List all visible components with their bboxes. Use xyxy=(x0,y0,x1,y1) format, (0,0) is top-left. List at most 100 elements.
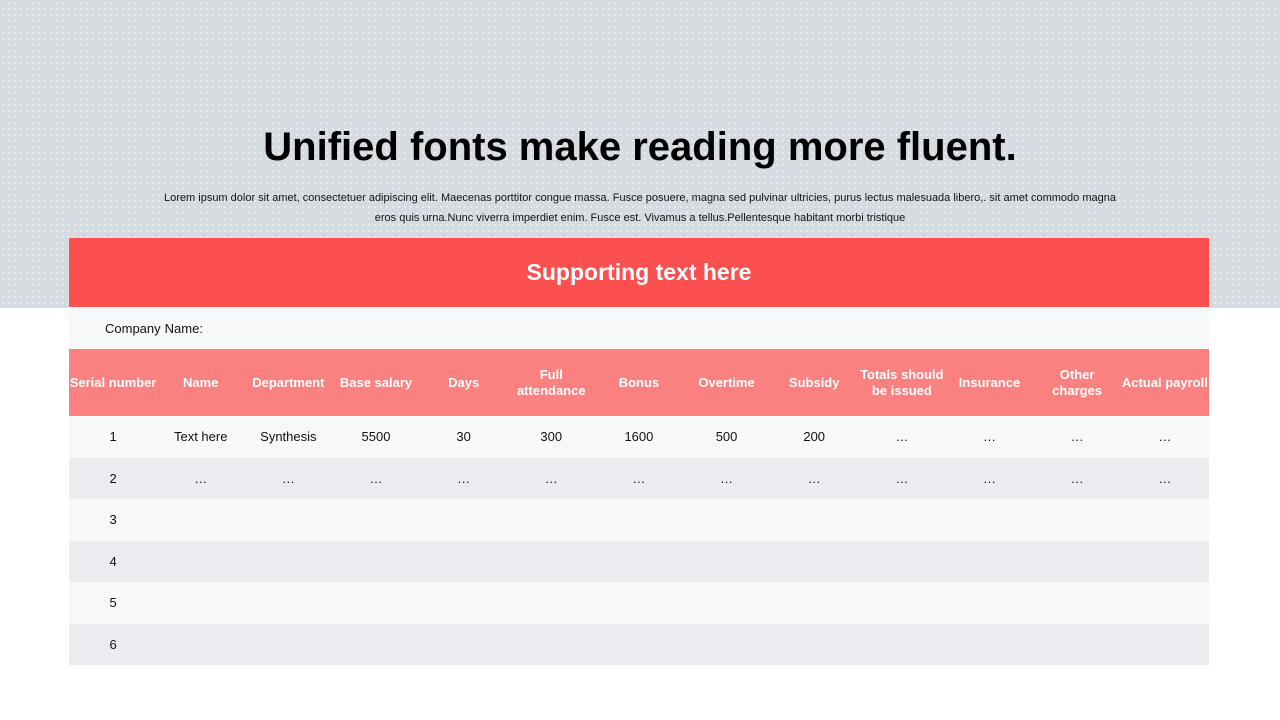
table-cell: … xyxy=(194,470,208,486)
table-cell: … xyxy=(982,429,996,445)
header-serial-number: Serial number xyxy=(69,374,157,390)
table-cell xyxy=(770,499,858,541)
table-cell xyxy=(420,541,508,583)
slide: Unified fonts make reading more fluent. … xyxy=(0,0,1280,720)
header-full-attendance: Full attendance xyxy=(516,366,586,398)
table-cell xyxy=(157,541,244,583)
header-subsidy: Subsidy xyxy=(788,374,840,390)
header-overtime: Overtime xyxy=(698,374,755,390)
header-name: Name xyxy=(183,374,219,390)
table-cell: 500 xyxy=(715,429,738,445)
table-cell xyxy=(683,624,770,666)
payroll-table-container: Supporting text here Company Name: Seria… xyxy=(69,238,1209,665)
table-cell xyxy=(1121,499,1209,541)
table-cell xyxy=(1034,499,1121,541)
table-cell xyxy=(683,582,770,624)
page-subtitle: Lorem ipsum dolor sit amet, consectetuer… xyxy=(164,192,1116,224)
table-cell xyxy=(244,624,332,666)
table-row: 6 xyxy=(69,623,1209,666)
company-label: Company xyxy=(105,320,161,336)
table-cell: 1600 xyxy=(624,429,654,445)
table-cell: 30 xyxy=(456,429,471,445)
company-name-row: Company Name: xyxy=(69,307,1209,349)
header-insurance: Insurance xyxy=(958,374,1021,390)
table-cell: … xyxy=(1070,429,1084,445)
table-cell xyxy=(945,499,1033,541)
table-cell xyxy=(683,499,770,541)
table-cell: … xyxy=(1070,470,1084,486)
table-cell xyxy=(683,541,770,583)
table-cell xyxy=(244,541,332,583)
table-cell: … xyxy=(544,470,558,486)
table-cell xyxy=(1034,582,1121,624)
table-cell xyxy=(508,582,595,624)
table-row: 4 xyxy=(69,540,1209,583)
table-row: 3 xyxy=(69,499,1209,541)
table-cell: … xyxy=(807,470,821,486)
table-cell: 200 xyxy=(803,429,826,445)
table-cell xyxy=(420,624,508,666)
table-cell xyxy=(332,541,419,583)
header-actual-payroll: Actual payroll xyxy=(1121,374,1208,390)
table-cell: … xyxy=(720,470,734,486)
table-cell xyxy=(945,541,1033,583)
table-cell xyxy=(332,582,419,624)
table-cell: … xyxy=(1158,470,1172,486)
header-base-salary: Base salary xyxy=(339,374,413,390)
table-cell xyxy=(595,582,683,624)
table-row: 1 Text here Synthesis 5500 30 300 1600 5… xyxy=(69,416,1209,458)
table-cell xyxy=(157,582,244,624)
table-cell: … xyxy=(982,470,996,486)
table-banner-label: Supporting text here xyxy=(526,259,752,285)
header-bonus: Bonus xyxy=(618,374,660,390)
table-cell: … xyxy=(1158,429,1172,445)
page-title: Unified fonts make reading more fluent. xyxy=(263,125,1017,169)
table-cell: Synthesis xyxy=(260,429,317,445)
table-cell: … xyxy=(895,429,909,445)
table-cell: Text here xyxy=(173,429,228,445)
table-cell xyxy=(595,499,683,541)
payroll-table: Serial number Name Department Base salar… xyxy=(69,349,1209,665)
table-cell xyxy=(858,624,945,666)
table-cell xyxy=(595,541,683,583)
table-cell xyxy=(770,541,858,583)
table-cell xyxy=(595,624,683,666)
company-name-label: Name: xyxy=(164,320,203,336)
table-banner: Supporting text here xyxy=(69,238,1209,307)
table-cell: … xyxy=(632,470,646,486)
header-days: Days xyxy=(448,374,480,390)
table-cell xyxy=(1121,541,1209,583)
table-cell xyxy=(770,624,858,666)
table-cell xyxy=(945,624,1033,666)
table-row: 2 … … … … … … … … … … … … xyxy=(69,457,1209,499)
table-cell: … xyxy=(457,470,471,486)
table-cell: … xyxy=(369,470,383,486)
table-cell: 2 xyxy=(109,470,117,486)
table-cell xyxy=(1121,582,1209,624)
table-cell xyxy=(945,582,1033,624)
table-cell xyxy=(420,582,508,624)
header-department: Department xyxy=(252,374,325,390)
table-cell xyxy=(508,541,595,583)
table-cell xyxy=(420,499,508,541)
table-cell: … xyxy=(895,470,909,486)
table-cell: … xyxy=(281,470,295,486)
table-cell xyxy=(858,499,945,541)
table-cell: 300 xyxy=(540,429,563,445)
table-cell: 3 xyxy=(109,512,117,528)
table-cell xyxy=(332,624,419,666)
table-cell xyxy=(858,541,945,583)
table-row: 5 xyxy=(69,582,1209,624)
table-cell xyxy=(157,624,244,666)
table-cell xyxy=(770,582,858,624)
table-cell: 4 xyxy=(109,553,117,569)
table-cell xyxy=(508,624,595,666)
table-cell xyxy=(332,499,419,541)
table-cell: 6 xyxy=(109,636,117,652)
table-cell xyxy=(1034,541,1121,583)
table-cell xyxy=(1034,624,1121,666)
table-header-row: Serial number Name Department Base salar… xyxy=(69,349,1209,416)
table-cell xyxy=(157,499,244,541)
table-cell xyxy=(244,582,332,624)
header-other-charges: Other charges xyxy=(1052,366,1103,398)
